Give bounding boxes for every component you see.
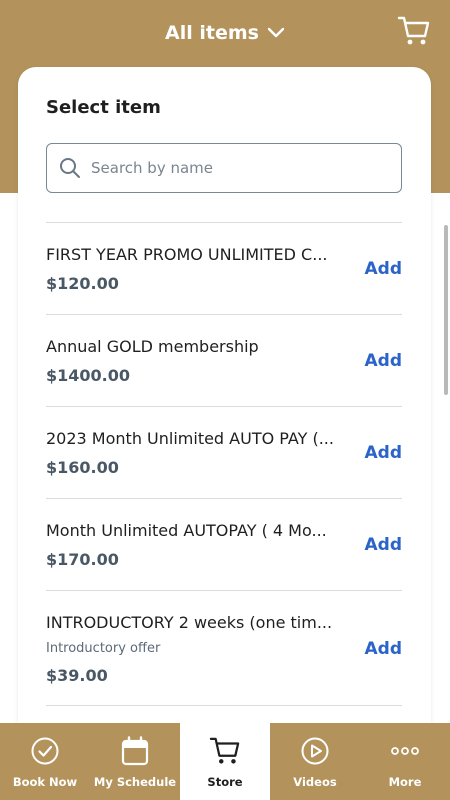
tab-label: Videos xyxy=(293,775,337,789)
search-input[interactable] xyxy=(91,159,381,177)
item-name: 2023 Month Unlimited AUTO PAY (... xyxy=(46,429,334,448)
chevron-down-icon xyxy=(267,27,285,39)
bottom-tab-bar: Book Now My Schedule Store Videos More xyxy=(0,723,450,800)
search-box[interactable] xyxy=(46,143,402,193)
item-list: FIRST YEAR PROMO UNLIMITED C... $120.00 … xyxy=(46,222,402,706)
add-button[interactable]: Add xyxy=(365,443,403,463)
item-price: $1400.00 xyxy=(46,366,131,385)
more-dots-icon xyxy=(391,747,419,755)
cart-icon xyxy=(209,737,240,764)
add-button[interactable]: Add xyxy=(365,351,403,371)
list-item[interactable]: Month Unlimited AUTOPAY ( 4 Mo... $170.0… xyxy=(46,498,402,590)
category-dropdown[interactable]: All items xyxy=(0,18,450,48)
item-name: Annual GOLD membership xyxy=(46,337,259,356)
scrollbar[interactable] xyxy=(444,225,448,395)
tab-my-schedule[interactable]: My Schedule xyxy=(90,723,180,800)
item-price: $39.00 xyxy=(46,666,108,685)
item-price: $160.00 xyxy=(46,458,119,477)
tab-store[interactable]: Store xyxy=(180,723,270,800)
item-subtitle: Introductory offer xyxy=(46,641,161,656)
tab-videos[interactable]: Videos xyxy=(270,723,360,800)
calendar-icon xyxy=(121,736,149,766)
tab-label: More xyxy=(388,775,422,789)
item-name: Month Unlimited AUTOPAY ( 4 Mo... xyxy=(46,521,327,540)
tab-label: Book Now xyxy=(12,775,78,789)
add-button[interactable]: Add xyxy=(365,259,403,279)
select-item-panel: Select item FIRST YEAR PROMO UNLIMITED C… xyxy=(18,67,431,767)
item-name: INTRODUCTORY 2 weeks (one tim... xyxy=(46,613,333,632)
tab-more[interactable]: More xyxy=(360,723,450,800)
play-circle-icon xyxy=(301,737,329,765)
item-price: $120.00 xyxy=(46,274,119,293)
list-item[interactable]: INTRODUCTORY 2 weeks (one tim... Introdu… xyxy=(46,590,402,706)
cart-button[interactable] xyxy=(396,14,432,48)
item-price: $170.00 xyxy=(46,550,119,569)
check-circle-icon xyxy=(31,737,59,765)
list-item[interactable]: FIRST YEAR PROMO UNLIMITED C... $120.00 … xyxy=(46,222,402,314)
list-item[interactable]: 2023 Month Unlimited AUTO PAY (... $160.… xyxy=(46,406,402,498)
list-item[interactable]: Annual GOLD membership $1400.00 Add xyxy=(46,314,402,406)
category-dropdown-label: All items xyxy=(165,22,259,44)
cart-icon xyxy=(397,16,430,45)
item-name: FIRST YEAR PROMO UNLIMITED C... xyxy=(46,245,328,264)
add-button[interactable]: Add xyxy=(365,535,403,555)
panel-title: Select item xyxy=(46,97,161,118)
tab-label: Store xyxy=(207,775,243,789)
tab-book-now[interactable]: Book Now xyxy=(0,723,90,800)
add-button[interactable]: Add xyxy=(365,639,403,659)
tab-label: My Schedule xyxy=(93,775,177,789)
search-icon xyxy=(60,158,80,178)
